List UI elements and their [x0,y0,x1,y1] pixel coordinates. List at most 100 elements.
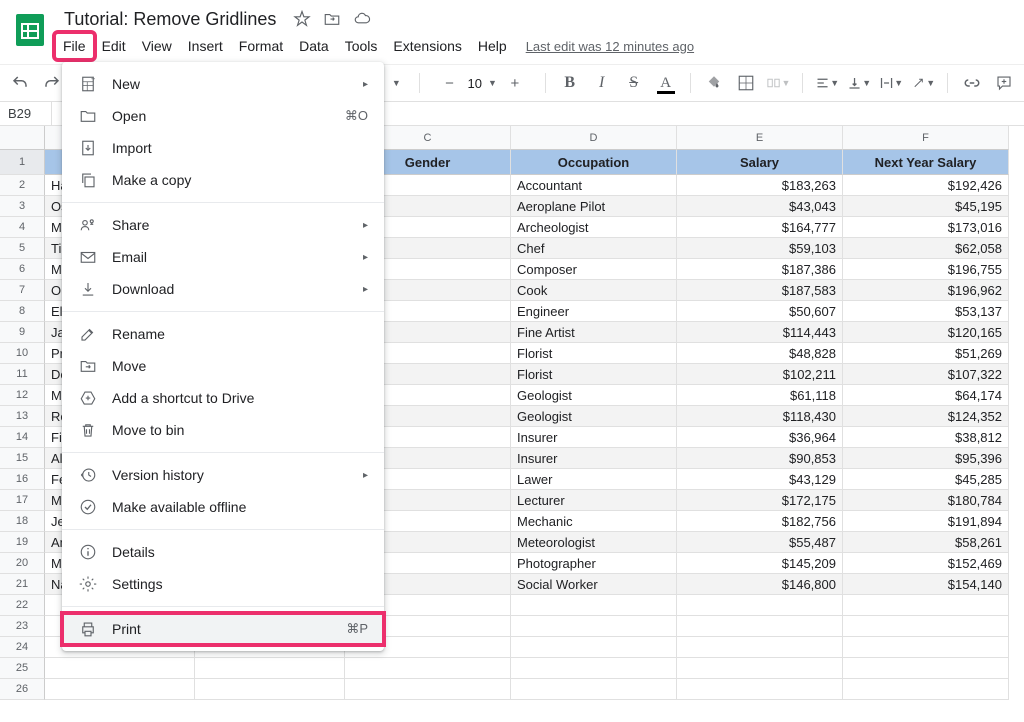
menu-help[interactable]: Help [471,34,514,58]
row-header[interactable]: 25 [0,658,45,679]
cell[interactable]: $38,812 [843,427,1009,448]
col-header-e[interactable]: E [677,126,843,150]
cell[interactable]: Mechanic [511,511,677,532]
cell[interactable] [45,679,195,700]
cell[interactable]: $64,174 [843,385,1009,406]
cell[interactable] [195,679,345,700]
menu-item-details[interactable]: Details [62,536,384,568]
menu-item-rename[interactable]: Rename [62,318,384,350]
row-header[interactable]: 22 [0,595,45,616]
cell[interactable] [511,658,677,679]
menu-insert[interactable]: Insert [181,34,230,58]
cell[interactable] [843,679,1009,700]
row-header[interactable]: 4 [0,217,45,238]
cell[interactable]: $196,962 [843,280,1009,301]
cell[interactable]: $59,103 [677,238,843,259]
cell[interactable]: $164,777 [677,217,843,238]
cell[interactable]: $43,129 [677,469,843,490]
row-header[interactable]: 10 [0,343,45,364]
cell[interactable] [195,658,345,679]
merge-cells-button[interactable]: ▼ [766,71,790,95]
cell[interactable] [677,595,843,616]
cell[interactable] [843,637,1009,658]
row-header[interactable]: 15 [0,448,45,469]
row-header[interactable]: 14 [0,427,45,448]
cell[interactable]: Cook [511,280,677,301]
cell[interactable] [511,595,677,616]
horizontal-align-button[interactable]: ▼ [815,71,839,95]
text-color-button[interactable]: A [654,71,678,95]
decrease-size-button[interactable]: − [438,71,462,95]
cell[interactable]: $50,607 [677,301,843,322]
cell[interactable]: Archeologist [511,217,677,238]
cell[interactable] [843,595,1009,616]
cell[interactable]: Engineer [511,301,677,322]
cell[interactable] [511,679,677,700]
row-header[interactable]: 24 [0,637,45,658]
col-header-f[interactable]: F [843,126,1009,150]
cell[interactable]: $120,165 [843,322,1009,343]
cell[interactable]: Accountant [511,175,677,196]
cell[interactable]: $61,118 [677,385,843,406]
bold-button[interactable]: B [558,71,582,95]
menu-item-new[interactable]: +New▸ [62,68,384,100]
cell[interactable]: $182,756 [677,511,843,532]
cell[interactable]: Lawer [511,469,677,490]
cell[interactable]: Photographer [511,553,677,574]
row-header[interactable]: 6 [0,259,45,280]
strikethrough-button[interactable]: S [622,71,646,95]
cell[interactable]: $95,396 [843,448,1009,469]
cell[interactable] [45,658,195,679]
cell[interactable]: $102,211 [677,364,843,385]
redo-button[interactable] [40,71,64,95]
star-icon[interactable] [292,9,312,29]
name-box[interactable]: B29 [0,102,52,125]
cloud-status-icon[interactable] [352,9,372,29]
cell[interactable] [345,658,511,679]
menu-view[interactable]: View [135,34,179,58]
cell[interactable]: Florist [511,364,677,385]
row-header[interactable]: 18 [0,511,45,532]
cell[interactable]: Lecturer [511,490,677,511]
row-header[interactable]: 21 [0,574,45,595]
cell[interactable]: $90,853 [677,448,843,469]
menu-item-share[interactable]: Share▸ [62,209,384,241]
cell[interactable]: Meteorologist [511,532,677,553]
menu-item-move[interactable]: Move [62,350,384,382]
cell[interactable]: Geologist [511,406,677,427]
menu-item-import[interactable]: Import [62,132,384,164]
cell[interactable]: $51,269 [843,343,1009,364]
cell[interactable] [843,616,1009,637]
insert-link-button[interactable] [960,71,984,95]
menu-data[interactable]: Data [292,34,336,58]
menu-item-download[interactable]: Download▸ [62,273,384,305]
menu-item-make-a-copy[interactable]: Make a copy [62,164,384,196]
cell[interactable] [677,616,843,637]
row-header[interactable]: 8 [0,301,45,322]
last-edit-link[interactable]: Last edit was 12 minutes ago [526,39,694,54]
italic-button[interactable]: I [590,71,614,95]
cell[interactable] [345,679,511,700]
cell[interactable]: $62,058 [843,238,1009,259]
cell[interactable] [511,637,677,658]
row-header[interactable]: 17 [0,490,45,511]
cell[interactable]: $107,322 [843,364,1009,385]
select-all-corner[interactable] [0,126,45,150]
cell[interactable]: $118,430 [677,406,843,427]
cell[interactable]: Fine Artist [511,322,677,343]
cell[interactable]: $43,043 [677,196,843,217]
insert-comment-button[interactable] [992,71,1016,95]
menu-item-version-history[interactable]: Version history▸ [62,459,384,491]
cell[interactable]: $191,894 [843,511,1009,532]
row-header[interactable]: 20 [0,553,45,574]
row-header[interactable]: 26 [0,679,45,700]
borders-button[interactable] [734,71,758,95]
row-header[interactable]: 1 [0,150,45,175]
cell[interactable]: $187,583 [677,280,843,301]
cell[interactable] [677,658,843,679]
increase-size-button[interactable]: + [503,71,527,95]
row-header[interactable]: 7 [0,280,45,301]
menu-item-settings[interactable]: Settings [62,568,384,600]
row-header[interactable]: 19 [0,532,45,553]
font-size-selector[interactable]: −10▼+ [432,67,533,99]
